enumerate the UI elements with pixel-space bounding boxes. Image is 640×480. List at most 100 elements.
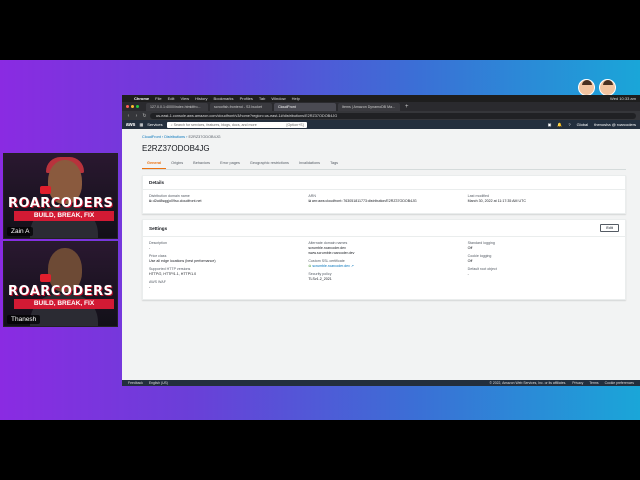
back-icon[interactable]: ‹ (126, 113, 131, 119)
settings-col-3: Standard logging Off Cookie logging Off … (468, 241, 619, 293)
domain-text: d2cd8sqgjo09so.cloudfront.net (152, 199, 202, 203)
close-dot-icon[interactable] (126, 105, 129, 108)
edit-button[interactable]: Edit (600, 224, 619, 232)
root-object-value: - (467, 272, 469, 276)
aws-logo[interactable]: aws (126, 122, 135, 128)
modified-label: Last modified (467, 194, 490, 198)
std-logging-value: Off (467, 246, 473, 250)
waf-value: - (149, 285, 151, 289)
settings-panel: Settings Edit Description - Price class … (142, 219, 626, 300)
webcam-thanesh: ROARCODERS BUILD, BREAK, FIX Thanesh (3, 241, 118, 327)
account-menu[interactable]: thenosha @ roarcoders (594, 122, 636, 127)
tab-general[interactable]: General (142, 159, 167, 169)
tab-geo-restrictions[interactable]: Geographic restrictions (245, 159, 294, 169)
youtube-icon (40, 274, 51, 282)
url-input[interactable]: us-east-1.console.aws.amazon.com/cloudfr… (150, 112, 636, 119)
cookie-logging-value: Off (467, 259, 473, 263)
footer-right: © 2022, Amazon Web Services, Inc. or its… (489, 381, 634, 385)
browser-tab-local[interactable]: 127.0.0.1:4000/index.html#fro... (146, 103, 208, 111)
tab-invalidations[interactable]: Invalidations (294, 159, 325, 169)
help-icon[interactable]: ? (568, 122, 570, 127)
ssl-text: scrumble.roarcoder.dev (312, 264, 350, 268)
menu-tab[interactable]: Tab (259, 96, 265, 101)
avatar (578, 79, 595, 96)
browser-tab-cloudfront[interactable]: CloudFront (274, 103, 336, 111)
forward-icon[interactable]: › (134, 113, 139, 119)
menu-bookmarks[interactable]: Bookmarks (214, 96, 234, 101)
browser-tab-dynamodb[interactable]: Items | Amazon DynamoDB Ma... (338, 103, 400, 111)
domain-value: ⧉ d2cd8sqgjo09so.cloudfront.net (149, 199, 300, 203)
name-tag: Zain A (7, 227, 34, 236)
address-bar-row: ‹ › ↻ us-east-1.console.aws.amazon.com/c… (122, 111, 640, 120)
ssl-value[interactable]: ⊙ scrumble.roarcoder.dev ↗ (308, 264, 459, 268)
tab-origins[interactable]: Origins (166, 159, 188, 169)
brand-tagline: BUILD, BREAK, FIX (14, 299, 114, 309)
tab-behaviors[interactable]: Behaviors (188, 159, 215, 169)
tab-strip: 127.0.0.1:4000/index.html#fro... scroofi… (122, 102, 640, 111)
aws-nav-right: ▣ 🔔 ? Global thenosha @ roarcoders (548, 122, 636, 127)
breadcrumb: CloudFront › Distributions › E2RZ37ODOB4… (142, 135, 626, 139)
distribution-tabs: General Origins Behaviors Error pages Ge… (142, 159, 626, 170)
arn-label: ARN (308, 194, 316, 198)
privacy-link[interactable]: Privacy (572, 381, 583, 385)
new-tab-icon[interactable]: + (402, 103, 409, 111)
language-select[interactable]: English (US) (149, 381, 168, 385)
search-placeholder: Search for services, features, blogs, do… (173, 122, 257, 127)
avatars (578, 79, 616, 96)
browser-window: Chrome File Edit View History Bookmarks … (122, 95, 640, 386)
menu-file[interactable]: File (155, 96, 161, 101)
browser-tab-s3[interactable]: scroofish-frontend - S3 bucket (210, 103, 272, 111)
avatar (599, 79, 616, 96)
breadcrumb-current: E2RZ37ODOB4JG (188, 135, 221, 139)
http-versions-label: Supported HTTP versions (149, 267, 191, 271)
tab-error-pages[interactable]: Error pages (215, 159, 245, 169)
menu-window[interactable]: Window (271, 96, 285, 101)
feedback-link[interactable]: Feedback (128, 381, 143, 385)
brand-tagline: BUILD, BREAK, FIX (14, 211, 114, 221)
http-versions-value: HTTP/2, HTTP/1.1, HTTP/1.0 (149, 272, 197, 276)
reload-icon[interactable]: ↻ (142, 113, 147, 119)
settings-col-1: Description - Price class Use all edge l… (149, 241, 300, 293)
waf-label: AWS WAF (149, 280, 166, 284)
menu-app[interactable]: Chrome (134, 96, 149, 101)
std-logging-label: Standard logging (467, 241, 495, 245)
cookie-prefs-link[interactable]: Cookie preferences (605, 381, 634, 385)
settings-header: Settings Edit (143, 220, 625, 237)
menu-profiles[interactable]: Profiles (240, 96, 253, 101)
services-menu[interactable]: Services (147, 122, 162, 127)
youtube-icon (40, 186, 51, 194)
copyright: © 2022, Amazon Web Services, Inc. or its… (489, 381, 567, 385)
details-heading: Details (143, 176, 625, 190)
menu-view[interactable]: View (180, 96, 189, 101)
cloudfront-content: CloudFront › Distributions › E2RZ37ODOB4… (122, 129, 640, 386)
bell-icon[interactable]: 🔔 (557, 122, 562, 127)
aws-search-input[interactable]: ⌕ Search for services, features, blogs, … (166, 121, 307, 128)
details-grid: Distribution domain name ⧉ d2cd8sqgjo09s… (143, 190, 625, 213)
settings-heading: Settings (149, 225, 168, 231)
external-link-icon: ↗ (349, 264, 354, 268)
details-panel: Details Distribution domain name ⧉ d2cd8… (142, 175, 626, 214)
menu-history[interactable]: History (195, 96, 207, 101)
webcam-zain: ROARCODERS BUILD, BREAK, FIX Zain A (3, 153, 118, 239)
breadcrumb-cloudfront[interactable]: CloudFront (142, 135, 161, 139)
brand-text: ROARCODERS (8, 196, 114, 211)
tab-tags[interactable]: Tags (325, 159, 343, 169)
name-tag: Thanesh (7, 315, 41, 324)
maximize-dot-icon[interactable] (136, 105, 139, 108)
menu-edit[interactable]: Edit (168, 96, 175, 101)
minimize-dot-icon[interactable] (131, 105, 134, 108)
cloudshell-icon[interactable]: ▣ (548, 122, 552, 127)
arn-text: arn:aws:cloudfront::763051811773:distrib… (311, 199, 417, 203)
grid-icon[interactable]: ▦ (139, 122, 143, 127)
terms-link[interactable]: Terms (589, 381, 598, 385)
region-select[interactable]: Global (577, 122, 589, 127)
settings-grid: Description - Price class Use all edge l… (143, 237, 625, 299)
menu-help[interactable]: Help (292, 96, 300, 101)
page-title: E2RZ37ODOB4JG (142, 144, 210, 153)
description-label: Description (149, 241, 167, 245)
cookie-logging-label: Cookie logging (467, 254, 492, 258)
root-object-label: Default root object (467, 267, 497, 271)
price-class-label: Price class (149, 254, 167, 258)
breadcrumb-distributions[interactable]: Distributions (164, 135, 185, 139)
security-policy-label: Security policy (308, 272, 332, 276)
